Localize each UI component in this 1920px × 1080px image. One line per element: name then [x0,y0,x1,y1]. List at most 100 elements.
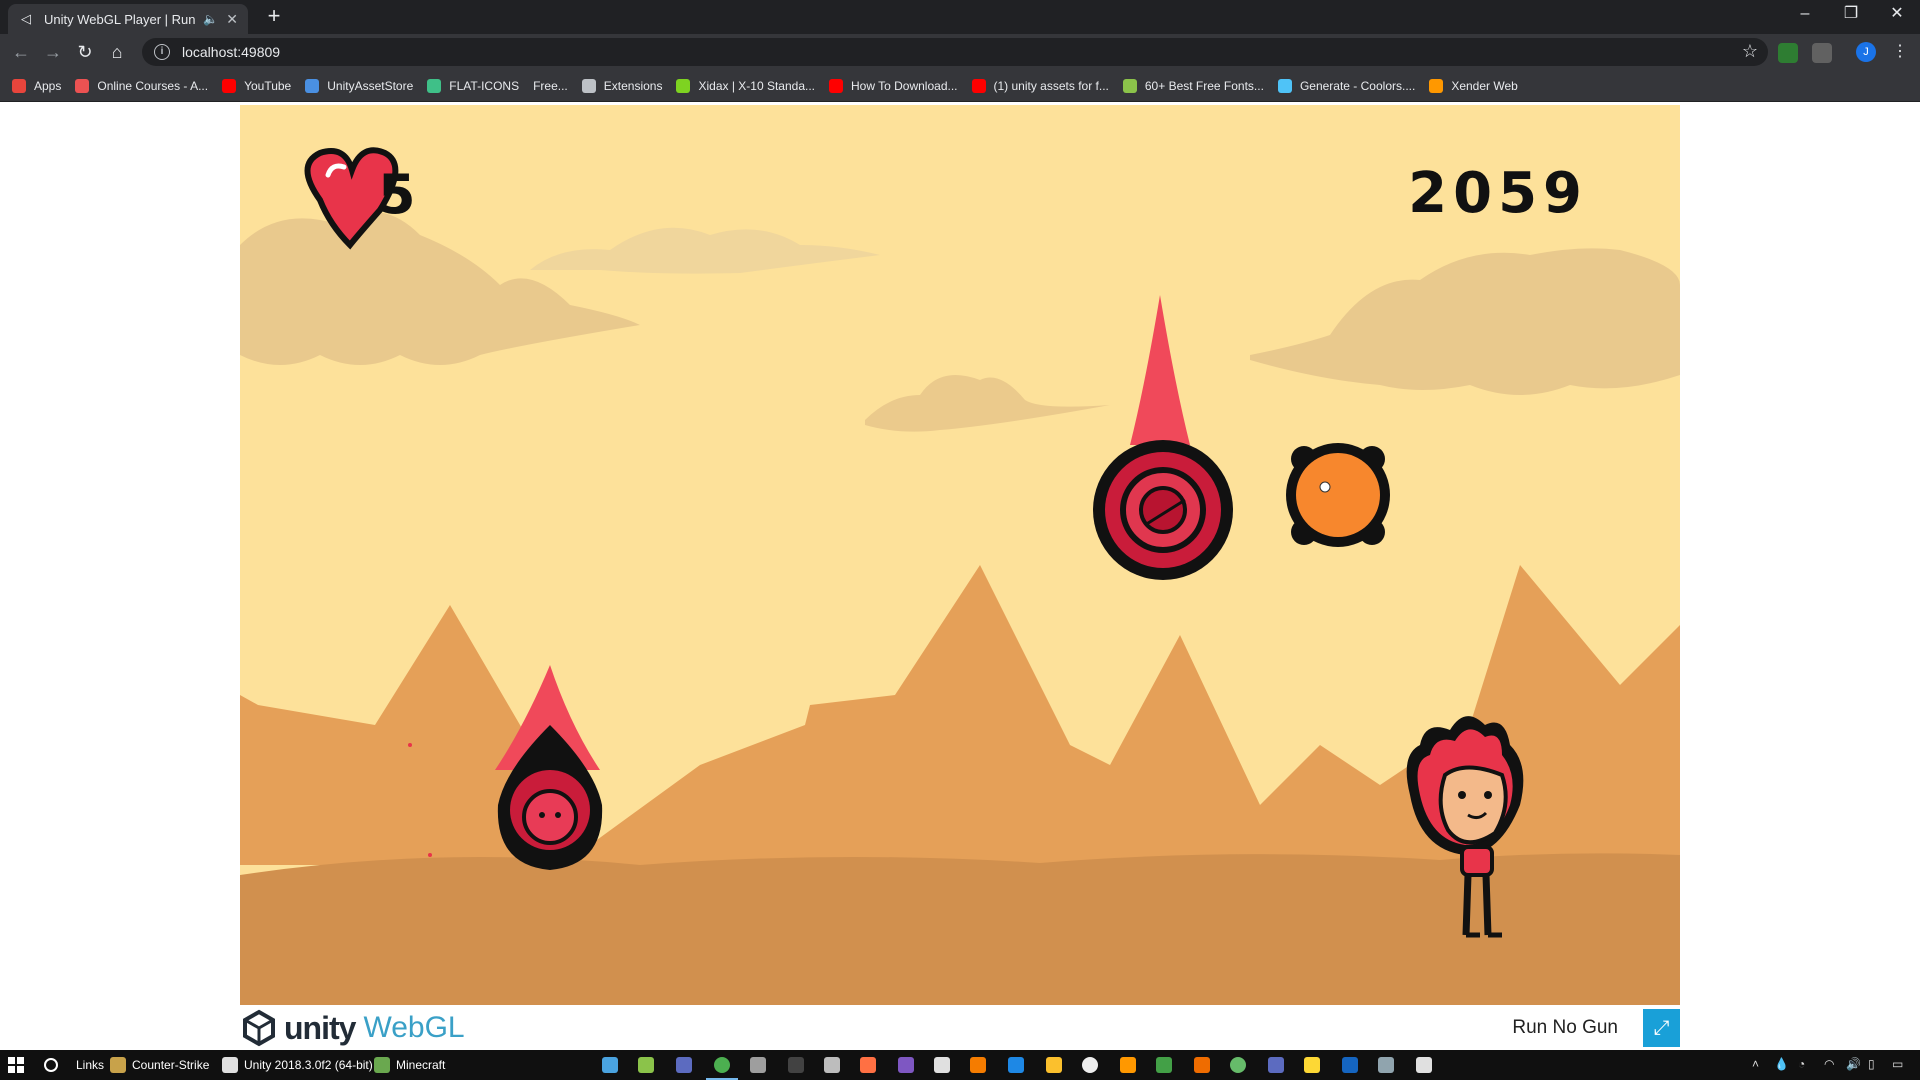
extension-icon[interactable] [1778,43,1798,63]
cloud-left [240,212,640,365]
bookmark-item[interactable]: YouTube [222,78,292,93]
coolors-icon [1277,78,1292,93]
taskbar-item-minecraft[interactable]: Minecraft [374,1050,445,1080]
app-icon-white[interactable] [1082,1057,1098,1073]
youtube-icon [829,78,843,93]
unity-logo-text: unity [284,1009,356,1046]
game-title: Run No Gun [1512,1017,1618,1038]
page-content: 5 2059 unity WebGL Run No Gun ⤢ [0,103,1920,1050]
restore-icon[interactable]: ❐ [1828,0,1874,30]
bookmark-item[interactable]: (1) unity assets for f... [971,78,1109,93]
bookmark-item[interactable]: Generate - Coolors.... [1277,78,1415,93]
unity-hub-icon[interactable] [934,1057,950,1073]
steam-vr-icon[interactable] [750,1057,766,1073]
reload-icon[interactable]: ↻ [72,40,98,64]
chrome-icon[interactable] [714,1057,730,1073]
flaticon-icon [427,78,442,93]
url-text[interactable]: localhost:49809 [182,44,280,60]
app-icon-blue[interactable] [676,1057,692,1073]
new-tab-button[interactable]: + [260,5,288,29]
minecraft-icon [374,1057,390,1073]
app-icon-drop[interactable] [1378,1057,1394,1073]
bookmark-item[interactable]: Extensions [581,78,662,93]
minimize-icon[interactable]: – [1782,0,1828,30]
bookmark-label: Online Courses - A... [97,78,209,93]
desktop-app-icon[interactable] [602,1057,618,1073]
blender-alt-icon[interactable] [970,1057,986,1073]
profile-avatar[interactable]: J [1856,42,1876,62]
app-icon-dark[interactable] [788,1057,804,1073]
bookmark-label: 60+ Best Free Fonts... [1144,78,1264,93]
taskbar-item-counter-strike[interactable]: Counter-Strike [110,1050,209,1080]
unity-asset-store-icon [305,78,320,93]
app-icon-round-green[interactable] [1230,1057,1246,1073]
unity-webgl-logo: unity WebGL [240,1009,465,1047]
windows-start-icon[interactable] [8,1050,24,1080]
tab-close-icon[interactable]: ✕ [226,11,238,28]
app-icon-green[interactable] [638,1057,654,1073]
notification-center-icon[interactable]: ▭ [1892,1057,1903,1071]
xender-icon [1429,78,1444,93]
bookmark-item[interactable]: Online Courses - A... [75,78,209,93]
wifi-icon[interactable]: ◠ [1824,1057,1834,1071]
fullscreen-button[interactable]: ⤢ [1643,1009,1680,1047]
unity-player-icon[interactable] [1416,1057,1432,1073]
app-icon-orange[interactable] [1194,1057,1210,1073]
bookmark-item[interactable]: FLAT-ICONS [427,78,519,93]
visual-studio-icon[interactable] [898,1057,914,1073]
speaker-icon[interactable]: 🔈 [203,12,218,26]
volume-icon[interactable]: 🔊 [1846,1057,1861,1071]
bookmark-label: Apps [34,78,62,93]
unity-game-canvas[interactable]: 5 2059 [240,105,1680,1005]
links-toolbar[interactable]: Links [76,1050,104,1080]
bookmark-item[interactable]: Apps [12,78,62,93]
unity-webgl-footer: unity WebGL Run No Gun ⤢ [240,1005,1680,1050]
photoshop-icon[interactable] [1008,1057,1024,1073]
discord-icon[interactable] [1268,1057,1284,1073]
bookmark-label: YouTube [244,78,292,93]
bookmark-item[interactable]: Xidax | X-10 Standa... [676,78,815,93]
tray-drop-icon[interactable]: 💧 [1774,1057,1789,1071]
vlc-icon[interactable] [1120,1057,1136,1073]
menu-kebab-icon[interactable]: ⋮ [1892,42,1908,62]
youtube-icon [971,78,986,93]
blender-icon[interactable] [860,1057,876,1073]
bookmark-item[interactable]: Xender Web [1429,78,1518,93]
bookmark-label: (1) unity assets for f... [993,78,1109,93]
cortana-search-icon[interactable] [44,1050,58,1080]
address-bar[interactable]: i localhost:49809 ☆ [142,38,1768,66]
bookmark-star-icon[interactable]: ☆ [1742,41,1758,62]
bookmark-label: How To Download... [851,78,958,93]
app-icon-yellow[interactable] [1304,1057,1320,1073]
battery-icon[interactable]: ▯ [1868,1057,1875,1071]
tray-network-icon[interactable]: ◔ [1798,1057,1805,1071]
bookmark-item[interactable]: Free... [533,79,568,93]
site-info-icon[interactable]: i [154,44,170,60]
bookmark-item[interactable]: UnityAssetStore [305,78,413,93]
windows-taskbar: Links Counter-Strike Unity 2018.3.0f2 (6… [0,1050,1920,1080]
back-arrow-icon[interactable]: ← [8,40,34,64]
udemy-icon [75,78,90,93]
xidax-icon [676,78,691,93]
window-close-icon[interactable]: ✕ [1874,0,1920,30]
unity-editor-icon [222,1057,238,1073]
file-explorer-icon[interactable] [1046,1057,1062,1073]
bookmark-item[interactable]: How To Download... [829,78,958,93]
score-counter: 2059 [1408,161,1588,226]
apps-grid-icon [12,78,26,93]
forward-arrow-icon[interactable]: → [40,40,66,64]
taskbar-item-unity[interactable]: Unity 2018.3.0f2 (64-bit) [222,1050,373,1080]
tray-overflow-icon[interactable]: ˄ [1752,1057,1759,1071]
dafont-icon [1122,78,1137,93]
counter-strike-icon [110,1057,126,1073]
browser-tab-strip: ◁ Unity WebGL Player | Run No Gun 🔈 ✕ + … [0,0,1920,34]
lives-counter: 5 [378,163,416,226]
steam-icon[interactable] [1342,1057,1358,1073]
bookmark-item[interactable]: 60+ Best Free Fonts... [1122,78,1264,93]
adblock-off-icon[interactable] [1812,43,1832,63]
calculator-icon[interactable] [824,1057,840,1073]
tab-title: Unity WebGL Player | Run No Gun [44,11,196,27]
app-icon-leaf[interactable] [1156,1057,1172,1073]
home-icon[interactable]: ⌂ [104,40,130,64]
tab-unity-webgl-player[interactable]: ◁ Unity WebGL Player | Run No Gun 🔈 ✕ [8,4,248,34]
